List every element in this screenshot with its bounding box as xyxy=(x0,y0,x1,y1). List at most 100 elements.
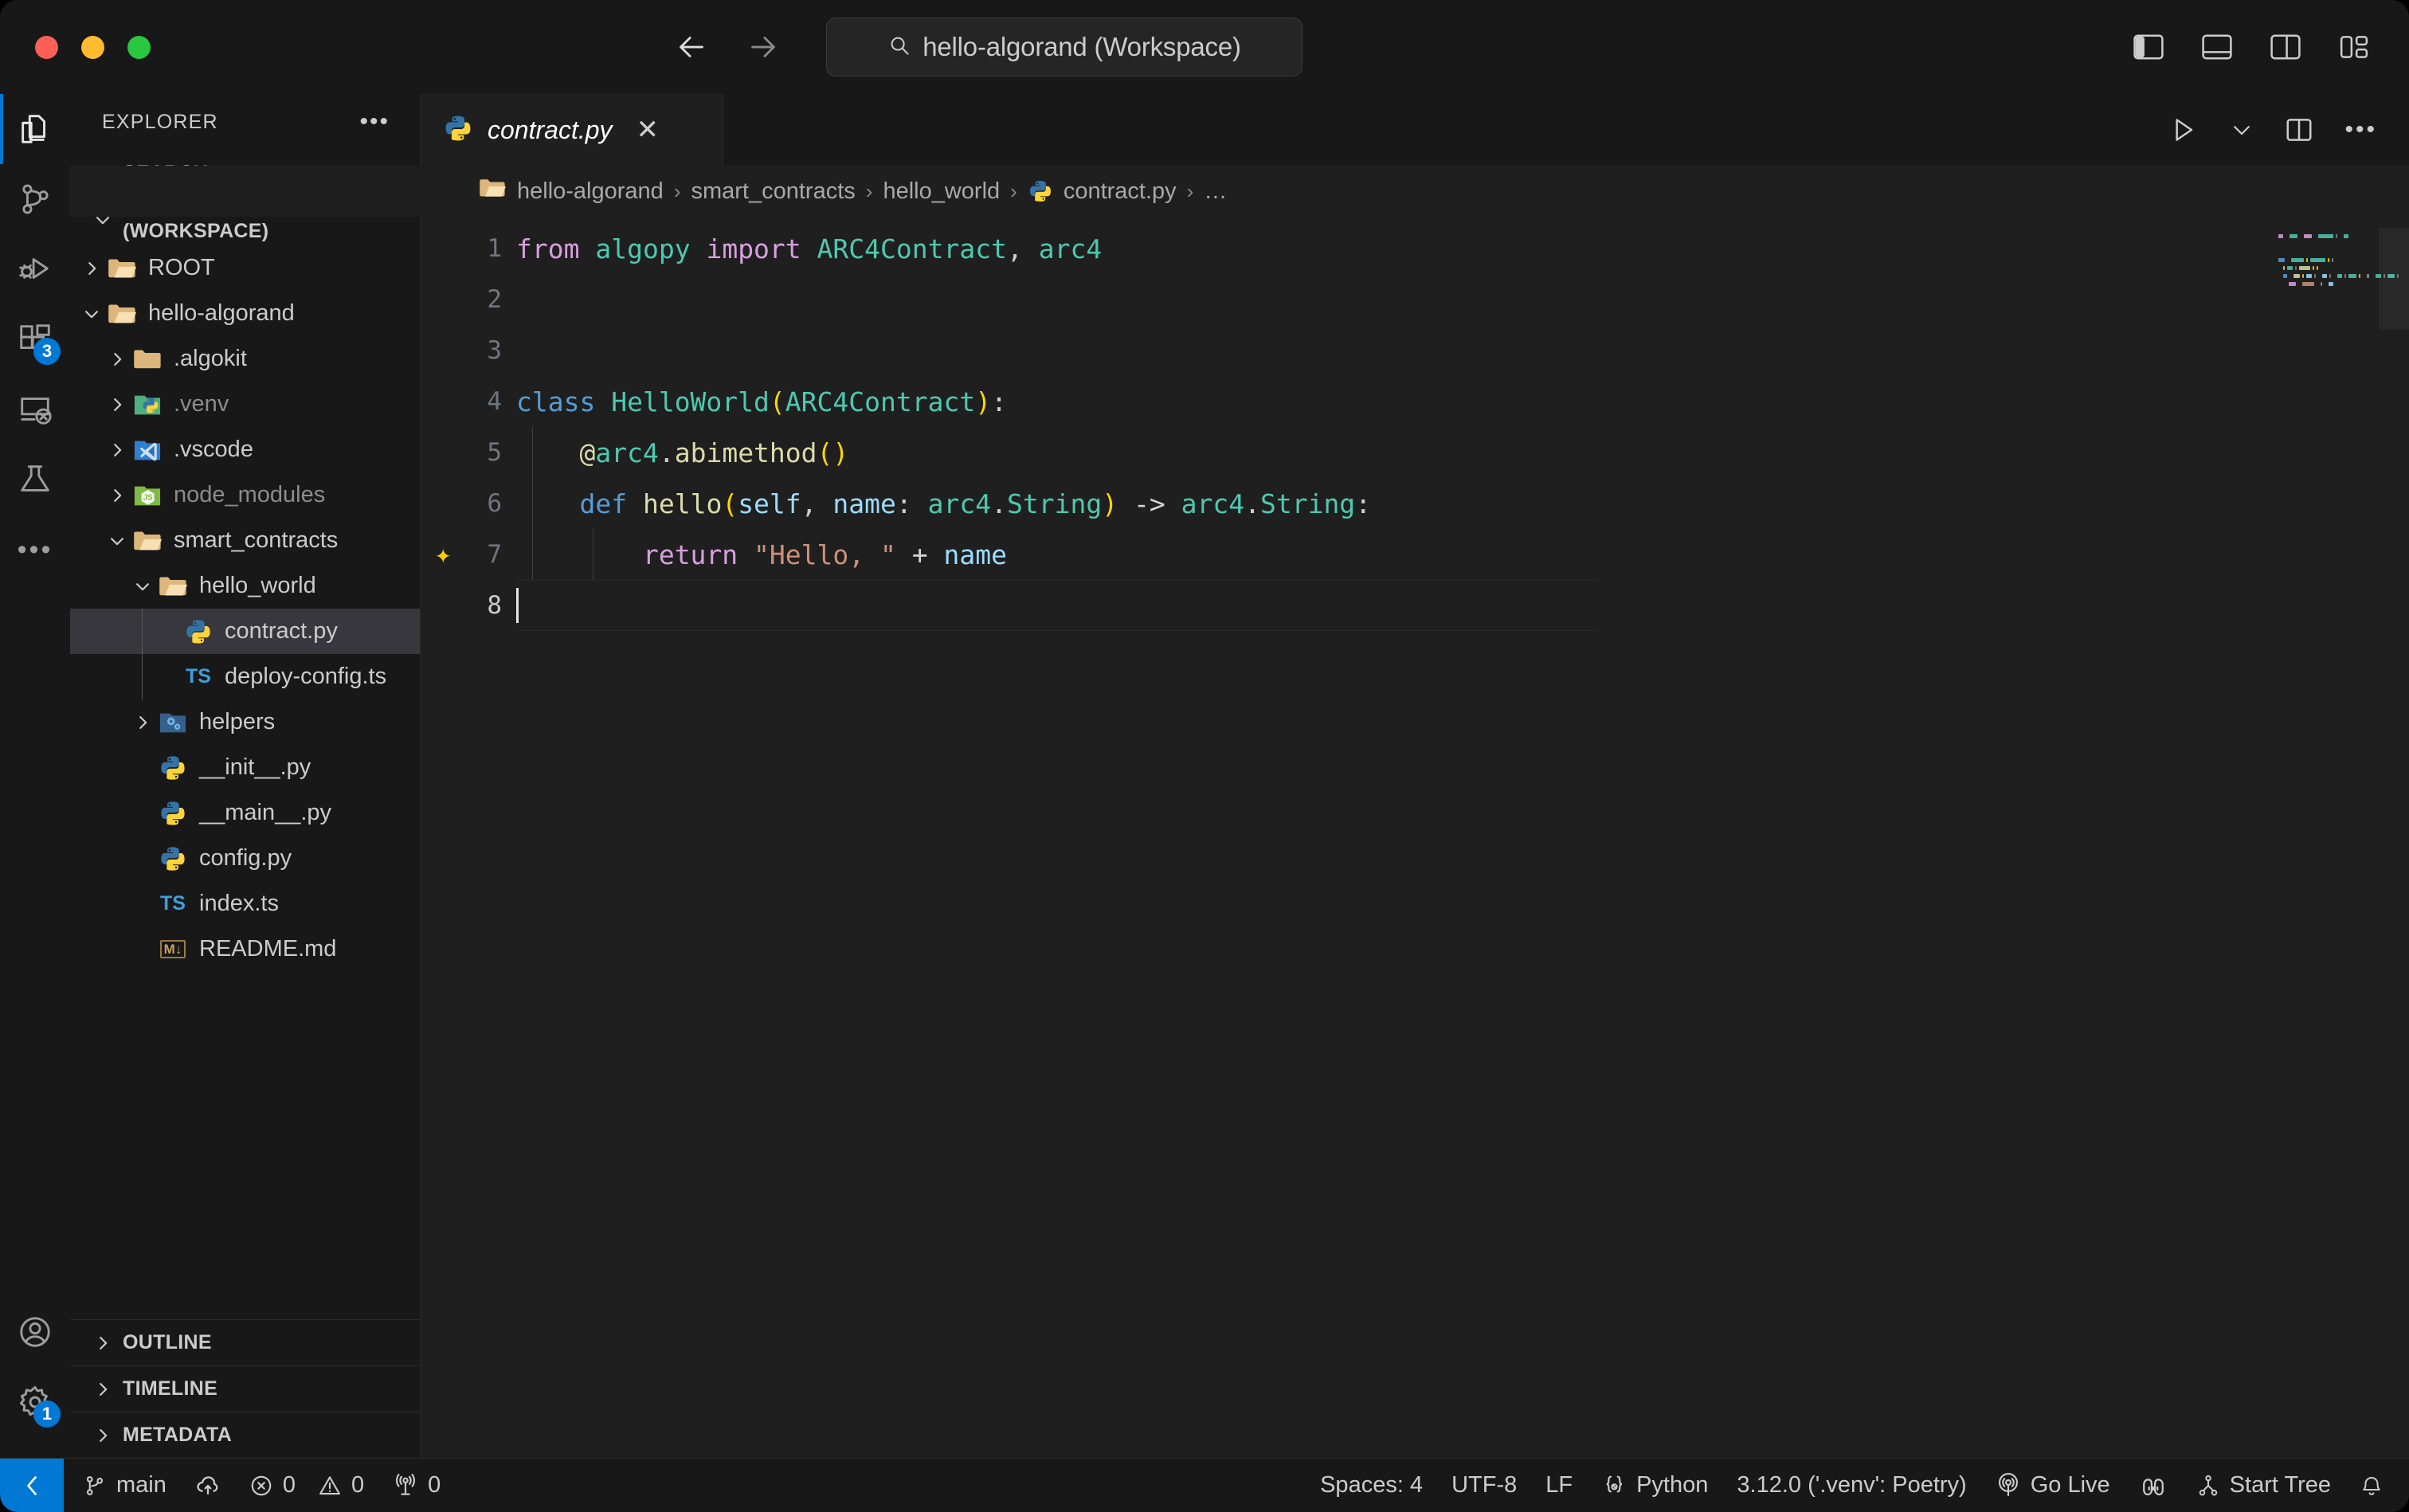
breadcrumb-separator-icon: › xyxy=(1010,178,1017,203)
arrow-right-icon[interactable] xyxy=(745,29,781,65)
layout-sidebar-right-icon[interactable] xyxy=(2269,33,2302,61)
minimap-slider[interactable] xyxy=(2379,228,2409,330)
tree-item-contract-py[interactable]: contract.py xyxy=(70,609,420,654)
sidebar-item-explorer[interactable] xyxy=(0,94,70,164)
markdown-icon: M↓ xyxy=(156,935,190,964)
sidebar-item-run-and-debug[interactable] xyxy=(0,234,70,304)
status-branch[interactable]: main xyxy=(64,1459,181,1512)
code-line[interactable]: def hello(self, name: arc4. String) -> ar… xyxy=(516,478,2409,529)
status-eol[interactable]: LF xyxy=(1531,1459,1587,1512)
command-center[interactable]: hello-algorand (Workspace) xyxy=(826,18,1302,76)
sidebar-item-testing[interactable] xyxy=(0,445,70,515)
status-start-tree[interactable]: Start Tree xyxy=(2182,1459,2345,1512)
tree-item-venv[interactable]: .venv xyxy=(70,382,420,427)
status-problems[interactable]: 0 0 xyxy=(235,1459,378,1512)
breadcrumb-segment[interactable]: smart_contracts xyxy=(691,178,855,205)
sidebar-item-extensions[interactable]: 3 xyxy=(0,304,70,374)
tree-item-main-py[interactable]: __main__.py xyxy=(70,790,420,836)
section-outline[interactable]: OUTLINE xyxy=(70,1319,420,1365)
chevron-down-icon[interactable] xyxy=(104,532,131,550)
tree-item-node-modules[interactable]: JS node_modules xyxy=(70,472,420,518)
search-icon xyxy=(887,33,911,61)
tree-item-deploy-config-ts[interactable]: TS deploy-config.ts xyxy=(70,654,420,699)
breadcrumb-segment[interactable]: contract.py xyxy=(1063,178,1177,205)
status-notifications[interactable] xyxy=(2345,1459,2409,1512)
python-brackets-icon xyxy=(1601,1473,1627,1498)
chevron-right-icon[interactable] xyxy=(129,714,156,731)
code-editor[interactable]: 1 2 3 4 5 6 7 ✦ 8 from algopy import ARC4Contrac… xyxy=(421,217,2409,1458)
code-lines[interactable]: from algopy import ARC4Contract, arc4 cla… xyxy=(516,223,2409,631)
section-metadata[interactable]: METADATA xyxy=(70,1412,420,1458)
chevron-down-icon[interactable] xyxy=(2230,118,2254,142)
eol-label: LF xyxy=(1545,1472,1573,1498)
breadcrumb-segment[interactable]: hello_world xyxy=(883,178,1000,205)
tree-item-vscode[interactable]: .vscode xyxy=(70,427,420,472)
status-go-live[interactable]: Go Live xyxy=(1981,1459,2125,1512)
sidebar-item-source-control[interactable] xyxy=(0,164,70,234)
chevron-right-icon[interactable] xyxy=(104,441,131,459)
ellipsis-icon[interactable]: ••• xyxy=(359,110,390,134)
code-token: hello xyxy=(642,488,723,519)
chevron-right-icon[interactable] xyxy=(104,351,131,368)
maximize-window-button[interactable] xyxy=(127,35,151,59)
section-timeline[interactable]: TIMELINE xyxy=(70,1365,420,1412)
close-window-button[interactable] xyxy=(35,35,58,59)
tabs-empty-space xyxy=(723,94,2137,166)
code-line[interactable]: @ arc4. abimethod() xyxy=(516,427,2409,478)
status-ports[interactable]: 0 xyxy=(378,1459,455,1512)
layout-grid-icon[interactable] xyxy=(2337,33,2371,61)
tree-item-helpers[interactable]: helpers xyxy=(70,699,420,745)
code-line[interactable]: class HelloWorld(ARC4Contract): xyxy=(516,376,2409,427)
ellipsis-icon[interactable]: ••• xyxy=(2344,118,2377,142)
layout-panel-bottom-icon[interactable] xyxy=(2200,33,2234,61)
minimap[interactable] xyxy=(2266,217,2409,1458)
command-center-label: hello-algorand (Workspace) xyxy=(922,32,1241,61)
status-encoding[interactable]: UTF-8 xyxy=(1437,1459,1531,1512)
tab-contract-py[interactable]: contract.py ✕ xyxy=(421,94,723,166)
chevron-right-icon[interactable] xyxy=(104,487,131,504)
source-control-icon xyxy=(83,1474,107,1498)
code-line[interactable] xyxy=(516,325,2409,376)
code-line[interactable]: return "Hello, " + name xyxy=(516,529,2409,580)
tree-item-root[interactable]: ROOT xyxy=(70,245,420,291)
tree-item-index-ts[interactable]: TS index.ts xyxy=(70,881,420,926)
sidebar-item-remote-explorer[interactable] xyxy=(0,374,70,445)
manage-settings-button[interactable]: 1 xyxy=(0,1367,70,1437)
tree-item-algokit[interactable]: .algokit xyxy=(70,336,420,382)
layout-sidebar-left-icon[interactable] xyxy=(2132,33,2165,61)
status-copilot[interactable] xyxy=(2125,1459,2182,1512)
accounts-button[interactable] xyxy=(0,1297,70,1367)
code-line[interactable] xyxy=(516,580,1600,631)
tree-item-readme-md[interactable]: M↓ README.md xyxy=(70,926,420,972)
editor-actions: ••• xyxy=(2136,94,2409,166)
tree-item-smart-contracts[interactable]: smart_contracts xyxy=(70,518,420,563)
status-interpreter[interactable]: 3.12.0 ('.venv': Poetry) xyxy=(1722,1459,1980,1512)
sidebar-item-more-views[interactable]: ••• xyxy=(0,515,70,585)
status-language-mode[interactable]: Python xyxy=(1587,1459,1722,1512)
remote-window-icon[interactable] xyxy=(0,1458,64,1512)
chevron-right-icon[interactable] xyxy=(78,260,105,277)
code-token: : xyxy=(991,386,1007,417)
status-indentation[interactable]: Spaces: 4 xyxy=(1306,1459,1437,1512)
tree-item-config-py[interactable]: config.py xyxy=(70,836,420,881)
minimize-window-button[interactable] xyxy=(81,35,104,59)
tree-item-hello-world[interactable]: hello_world xyxy=(70,563,420,609)
code-line[interactable]: from algopy import ARC4Contract, arc4 xyxy=(516,223,2409,274)
close-icon[interactable]: ✕ xyxy=(637,116,660,143)
code-line[interactable] xyxy=(516,274,2409,325)
chevron-down-icon[interactable] xyxy=(78,305,105,323)
status-sync[interactable] xyxy=(181,1459,235,1512)
breadcrumb-segment[interactable]: … xyxy=(1204,178,1227,205)
tree-item-init-py[interactable]: __init__.py xyxy=(70,745,420,790)
code-token: ARC4Contract xyxy=(785,386,976,417)
breadcrumb-segment[interactable]: hello-algorand xyxy=(517,178,664,205)
tree-item-hello-algorand[interactable]: hello-algorand xyxy=(70,291,420,336)
play-icon[interactable] xyxy=(2168,114,2199,146)
copilot-sparkle-icon[interactable]: ✦ xyxy=(435,539,451,570)
chevron-down-icon[interactable] xyxy=(129,578,156,595)
split-editor-icon[interactable] xyxy=(2284,115,2314,145)
arrow-left-icon[interactable] xyxy=(673,29,710,65)
chevron-right-icon[interactable] xyxy=(104,396,131,413)
file-tree[interactable]: ROOT hello-algorand .algokit .venv .vscode J… xyxy=(70,242,420,1319)
